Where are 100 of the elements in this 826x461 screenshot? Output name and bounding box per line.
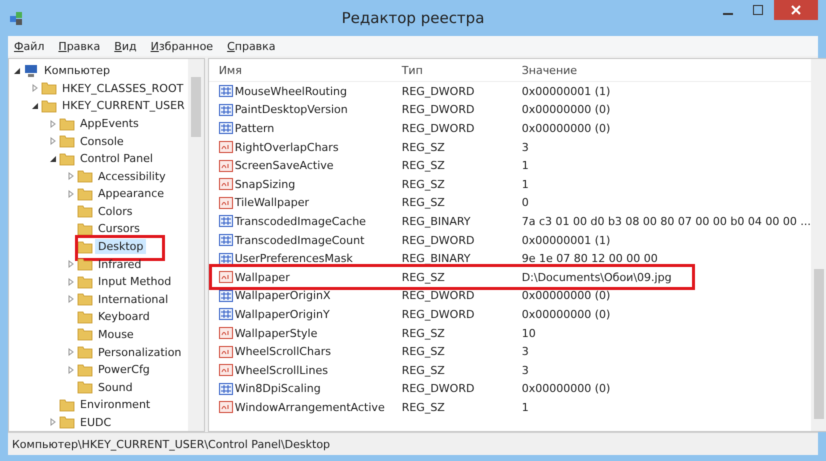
folder-icon [59,116,75,131]
value-type: REG_SZ [402,270,446,284]
collapsed-arrow-icon[interactable] [67,278,75,286]
value-name[interactable]: WindowArrangementActive [234,400,385,414]
maximize-icon [753,5,763,15]
string-value-icon [218,327,233,340]
expanded-arrow-icon[interactable] [49,154,57,163]
value-type: REG_BINARY [402,214,472,228]
collapsed-arrow-icon[interactable] [49,418,57,426]
value-type: REG_SZ [402,178,446,191]
menu-item[interactable]: Избранное [150,40,214,52]
value-name[interactable]: MouseWheelRouting [234,84,348,98]
value-name[interactable]: Wallpaper [234,270,290,284]
collapsed-arrow-icon[interactable] [31,84,39,92]
scrollbar[interactable] [188,59,204,431]
string-value-icon [218,141,233,154]
value-name[interactable]: WallpaperStyle [234,326,318,340]
value-data: 9e 1e 07 80 12 00 00 00 [522,252,659,266]
value-name[interactable]: SnapSizing [234,178,296,191]
value-name[interactable]: WallpaperOriginY [234,308,330,321]
binary-value-icon [218,290,233,302]
folder-icon [77,310,93,324]
tree-item[interactable]: Input Method [95,274,174,290]
collapsed-arrow-icon[interactable] [67,190,75,198]
binary-value-icon [218,308,233,320]
tree-item[interactable]: HKEY_CURRENT_USER [59,98,188,114]
folder-icon [77,186,93,201]
tree-item[interactable]: Компьютер [41,63,113,78]
string-value-icon [218,271,233,284]
collapsed-arrow-icon[interactable] [67,295,75,304]
tree-item[interactable]: International [95,292,172,307]
string-value-icon [218,178,233,190]
collapsed-arrow-icon[interactable] [49,137,57,146]
value-type: REG_SZ [402,364,446,377]
value-name[interactable]: ScreenSaveActive [234,159,334,172]
tree-item[interactable]: HKEY_CLASSES_ROOT [59,80,186,96]
value-name[interactable]: WallpaperOriginX [234,289,331,302]
value-type: REG_BINARY [402,252,472,266]
binary-value-icon [218,215,233,228]
column-header[interactable]: Тип [402,64,522,76]
tree-item[interactable]: Appearance [95,186,168,202]
value-name[interactable]: PaintDesktopVersion [234,103,348,116]
collapsed-arrow-icon[interactable] [67,172,75,180]
tree-item[interactable]: Colors [95,204,136,219]
tree-item[interactable]: Accessibility [95,168,169,184]
collapsed-arrow-icon[interactable] [67,348,75,356]
tree-item[interactable]: Cursors [95,221,143,236]
collapsed-arrow-icon[interactable] [49,120,57,128]
value-type: REG_SZ [402,345,446,358]
menu-item[interactable]: Файл [14,40,44,52]
folder-icon [77,257,93,272]
tree-item[interactable]: Personalization [95,344,184,360]
value-name[interactable]: WheelScrollChars [234,345,331,358]
menu-item[interactable]: Вид [114,40,137,52]
tree-item[interactable]: Environment [77,397,154,412]
value-data: 7a c3 01 00 d0 b3 08 00 80 07 00 00 b0 04 00 00 ... [522,214,811,228]
menu-item[interactable]: Справка [227,40,276,52]
binary-value-icon [218,382,233,395]
column-header[interactable]: Значение [522,64,811,76]
value-name[interactable]: Pattern [234,122,274,135]
menu-item[interactable]: Правка [58,40,100,52]
tree-item[interactable]: Infrared [95,256,144,272]
tree-item[interactable]: Keyboard [95,309,153,324]
value-type: REG_SZ [402,159,446,172]
value-name[interactable]: TileWallpaper [234,196,309,210]
folder-icon [59,415,75,430]
tree-item[interactable]: Desktop [95,239,146,254]
value-name[interactable]: TranscodedImageCache [234,214,366,228]
tree-item[interactable]: Control Panel [77,151,156,166]
value-name[interactable]: UserPreferencesMask [234,252,353,266]
string-value-icon [218,401,233,414]
value-data: 0x00000000 (0) [522,103,612,116]
value-type: REG_DWORD [402,234,476,247]
value-name[interactable]: RightOverlapChars [234,140,339,154]
tree-item[interactable]: Sound [95,380,136,395]
value-name[interactable]: TranscodedImageCount [234,234,364,247]
folder-icon [77,380,93,394]
string-value-icon [218,364,233,376]
folder-icon [77,240,93,254]
tree-item[interactable]: EUDC [77,414,114,430]
value-name[interactable]: Win8DpiScaling [234,382,321,396]
close-button[interactable] [774,0,818,20]
value-type: REG_DWORD [402,122,476,135]
expanded-arrow-icon[interactable] [31,102,39,110]
value-data: D:\Documents\Обои\09.jpg [522,270,673,284]
tree-item[interactable]: Console [77,134,127,149]
binary-value-icon [218,252,233,265]
value-data: 0x00000000 (0) [522,308,612,321]
collapsed-arrow-icon[interactable] [67,366,75,374]
expanded-arrow-icon[interactable] [13,66,21,75]
tree-item[interactable]: PowerCfg [95,362,153,378]
close-icon [791,5,801,15]
value-data: 3 [522,140,530,154]
value-type: REG_SZ [402,400,446,414]
tree-item[interactable]: AppEvents [77,116,142,132]
scrollbar[interactable] [810,59,826,431]
tree-item[interactable]: Mouse [95,326,137,342]
column-header[interactable]: Имя [218,64,402,76]
value-name[interactable]: WheelScrollLines [234,364,328,377]
collapsed-arrow-icon[interactable] [67,260,75,268]
